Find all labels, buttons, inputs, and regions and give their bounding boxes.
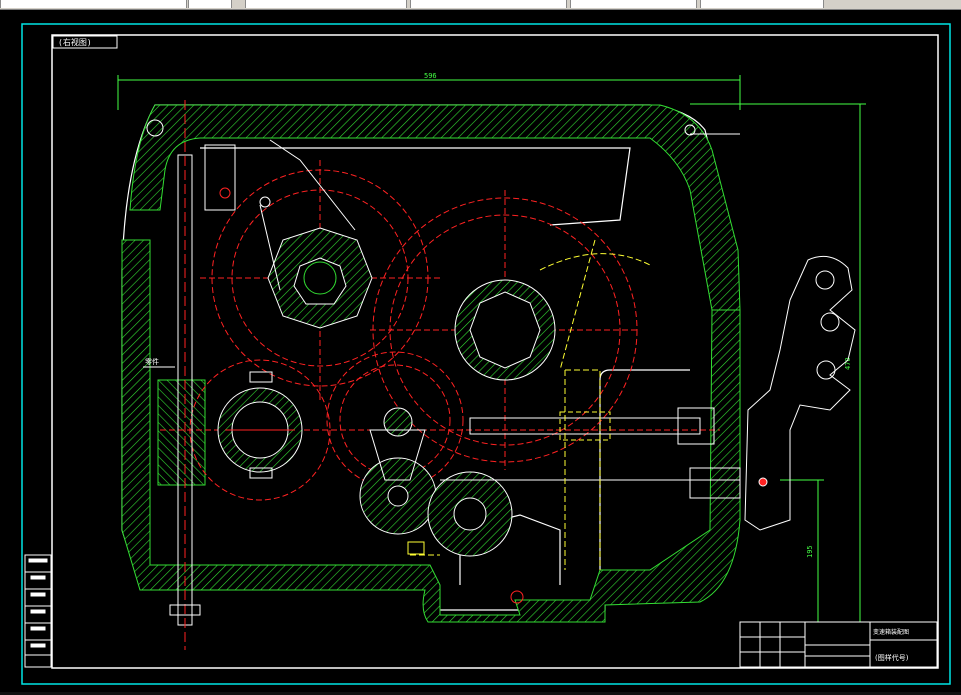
- upper-gear-hub: [267, 227, 373, 329]
- toolbar-field-4[interactable]: [570, 0, 697, 8]
- shift-lever: [744, 255, 856, 531]
- toolbar-field-3[interactable]: [410, 0, 567, 8]
- title-block-drawing-no: (图样代号): [875, 653, 909, 662]
- side-note: 零件: [145, 357, 159, 366]
- dimension-lower: [780, 479, 824, 622]
- housing-outline: [121, 104, 739, 611]
- housing-section: [121, 104, 741, 623]
- toolbar-field-2[interactable]: [245, 0, 407, 8]
- drawing-canvas[interactable]: (右视图) 596 470 195 零件 变速箱装配图 (图样代号): [0, 10, 961, 692]
- toolbar-field-1[interactable]: [0, 0, 187, 8]
- dimension-lower-label: 195: [806, 545, 814, 558]
- middle-gear-hub: [454, 279, 556, 381]
- cad-drawing: (右视图) 596 470 195 零件 变速箱装配图 (图样代号): [21, 23, 951, 685]
- title-block-name: 变速箱装配图: [873, 628, 909, 636]
- toolbar-field-5[interactable]: [700, 0, 824, 8]
- view-label: (右视图): [58, 37, 92, 47]
- toolbar-button[interactable]: [188, 0, 232, 8]
- dimension-width-label: 596: [424, 72, 437, 80]
- toolbar-strip: [0, 0, 961, 10]
- left-margin-table: [24, 554, 52, 668]
- left-shaft-gear: [217, 371, 303, 479]
